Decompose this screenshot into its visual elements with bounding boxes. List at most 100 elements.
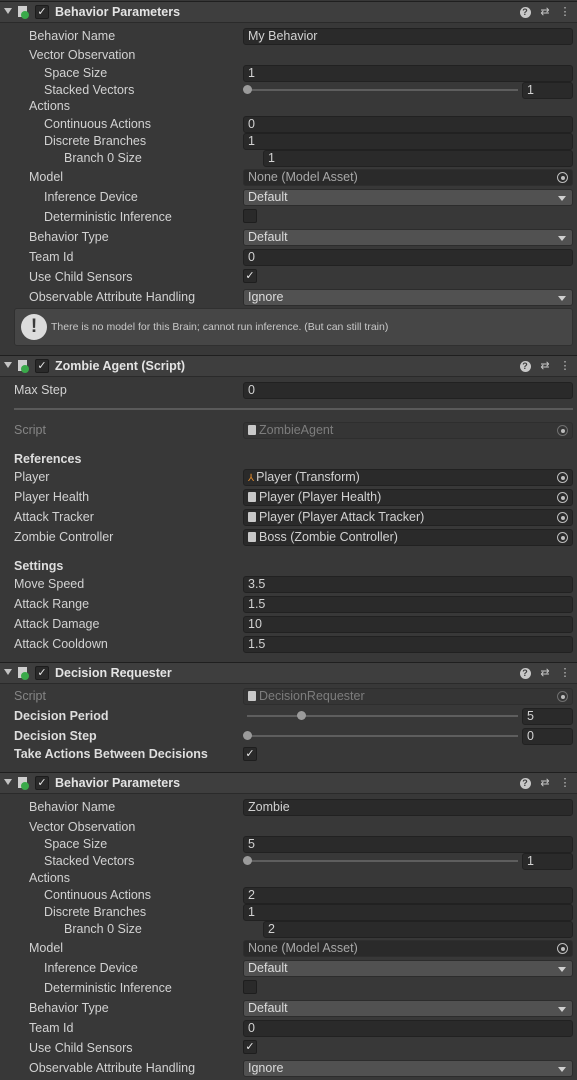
- presets-icon[interactable]: ⇄: [538, 5, 552, 19]
- inference-device-dropdown[interactable]: Default: [243, 960, 573, 977]
- discrete-branches-label: Discrete Branches: [44, 905, 147, 919]
- branch-0-size-field[interactable]: 2: [263, 921, 573, 938]
- attack-cooldown-field[interactable]: 1.5: [243, 636, 573, 653]
- help-icon[interactable]: ?: [518, 5, 532, 19]
- max-step-field[interactable]: 0: [243, 382, 573, 399]
- behavior-type-dropdown[interactable]: Default: [243, 1000, 573, 1017]
- stacked-vectors-field[interactable]: 1: [522, 82, 573, 99]
- component-header-decision-requester[interactable]: ✓ Decision Requester ? ⇄ ⋮: [0, 662, 577, 684]
- dropdown-arrow-icon: [558, 196, 566, 201]
- decision-step-field[interactable]: 0: [522, 728, 573, 745]
- foldout-arrow-icon[interactable]: [4, 669, 12, 675]
- kebab-menu-icon[interactable]: ⋮: [558, 666, 572, 680]
- discrete-branches-field[interactable]: 1: [243, 904, 573, 921]
- use-child-sensors-checkbox[interactable]: ✓: [243, 1040, 257, 1054]
- player-field[interactable]: ⅄ Player (Transform): [243, 469, 573, 486]
- stacked-vectors-slider-track[interactable]: [247, 860, 518, 862]
- component-header-behavior-parameters-2[interactable]: ✓ Behavior Parameters ? ⇄ ⋮: [0, 772, 577, 794]
- foldout-arrow-icon[interactable]: [4, 8, 12, 14]
- observable-attribute-handling-value: Ignore: [248, 290, 284, 304]
- branch-0-size-label: Branch 0 Size: [64, 151, 142, 165]
- inference-device-value: Default: [248, 961, 288, 975]
- deterministic-inference-checkbox[interactable]: [243, 209, 257, 223]
- model-field[interactable]: None (Model Asset): [243, 169, 573, 186]
- team-id-label: Team Id: [29, 250, 74, 264]
- object-picker-icon[interactable]: [557, 512, 568, 523]
- stacked-vectors-slider-track[interactable]: [247, 89, 518, 91]
- foldout-arrow-icon[interactable]: [4, 779, 12, 785]
- discrete-branches-label: Discrete Branches: [44, 134, 147, 148]
- decision-period-field[interactable]: 5: [522, 708, 573, 725]
- stacked-vectors-slider-thumb[interactable]: [243, 85, 252, 94]
- component-header-behavior-parameters[interactable]: ✓ Behavior Parameters ? ⇄ ⋮: [0, 1, 577, 23]
- component-enabled-checkbox[interactable]: ✓: [35, 776, 49, 790]
- foldout-arrow-icon[interactable]: [4, 362, 12, 368]
- kebab-menu-icon[interactable]: ⋮: [558, 776, 572, 790]
- behavior-type-dropdown[interactable]: Default: [243, 229, 573, 246]
- attack-damage-field[interactable]: 10: [243, 616, 573, 633]
- component-title: Decision Requester: [55, 666, 172, 680]
- observable-attribute-handling-dropdown[interactable]: Ignore: [243, 1060, 573, 1077]
- player-health-field[interactable]: Player (Player Health): [243, 489, 573, 506]
- deterministic-inference-checkbox[interactable]: [243, 980, 257, 994]
- presets-icon[interactable]: ⇄: [538, 776, 552, 790]
- presets-icon[interactable]: ⇄: [538, 359, 552, 373]
- observable-attribute-handling-label: Observable Attribute Handling: [29, 1061, 196, 1075]
- branch-0-size-field[interactable]: 1: [263, 150, 573, 167]
- object-picker-icon[interactable]: [557, 172, 568, 183]
- object-picker-icon[interactable]: [557, 943, 568, 954]
- help-icon[interactable]: ?: [518, 776, 532, 790]
- object-picker-icon[interactable]: [557, 472, 568, 483]
- component-enabled-checkbox[interactable]: ✓: [35, 359, 49, 373]
- continuous-actions-field[interactable]: 2: [243, 887, 573, 904]
- dropdown-arrow-icon: [558, 1007, 566, 1012]
- model-field[interactable]: None (Model Asset): [243, 940, 573, 957]
- kebab-menu-icon[interactable]: ⋮: [558, 5, 572, 19]
- dropdown-arrow-icon: [558, 236, 566, 241]
- use-child-sensors-checkbox[interactable]: ✓: [243, 269, 257, 283]
- object-picker-icon: [557, 691, 568, 702]
- move-speed-field[interactable]: 3.5: [243, 576, 573, 593]
- use-child-sensors-label: Use Child Sensors: [29, 270, 133, 284]
- behavior-name-field[interactable]: Zombie: [243, 799, 573, 816]
- attack-tracker-field[interactable]: Player (Player Attack Tracker): [243, 509, 573, 526]
- behavior-name-field[interactable]: My Behavior: [243, 28, 573, 45]
- object-picker-icon[interactable]: [557, 492, 568, 503]
- branch-0-size-label: Branch 0 Size: [64, 922, 142, 936]
- take-actions-between-decisions-checkbox[interactable]: ✓: [243, 747, 257, 761]
- observable-attribute-handling-dropdown[interactable]: Ignore: [243, 289, 573, 306]
- component-enabled-checkbox[interactable]: ✓: [35, 5, 49, 19]
- object-picker-icon[interactable]: [557, 532, 568, 543]
- stacked-vectors-slider-thumb[interactable]: [243, 856, 252, 865]
- kebab-menu-icon[interactable]: ⋮: [558, 359, 572, 373]
- decision-step-slider-thumb[interactable]: [243, 731, 252, 740]
- help-box-text: There is no model for this Brain; cannot…: [51, 321, 389, 333]
- inference-device-label: Inference Device: [44, 961, 138, 975]
- help-icon[interactable]: ?: [518, 359, 532, 373]
- player-label: Player: [14, 470, 50, 484]
- space-size-field[interactable]: 5: [243, 836, 573, 853]
- zombie-controller-label: Zombie Controller: [14, 530, 114, 544]
- deterministic-inference-label: Deterministic Inference: [44, 981, 172, 995]
- decision-period-slider-thumb[interactable]: [297, 711, 307, 720]
- zombie-controller-field[interactable]: Boss (Zombie Controller): [243, 529, 573, 546]
- help-icon[interactable]: ?: [518, 666, 532, 680]
- player-value: Player (Transform): [256, 470, 360, 484]
- inference-device-dropdown[interactable]: Default: [243, 189, 573, 206]
- component-enabled-checkbox[interactable]: ✓: [35, 666, 49, 680]
- continuous-actions-field[interactable]: 0: [243, 116, 573, 133]
- team-id-field[interactable]: 0: [243, 1020, 573, 1037]
- take-actions-between-decisions-label: Take Actions Between Decisions: [14, 747, 208, 761]
- references-header: References: [14, 452, 82, 466]
- presets-icon[interactable]: ⇄: [538, 666, 552, 680]
- component-header-zombie-agent[interactable]: ✓ Zombie Agent (Script) ? ⇄ ⋮: [0, 355, 577, 377]
- discrete-branches-field[interactable]: 1: [243, 133, 573, 150]
- space-size-label: Space Size: [44, 66, 108, 80]
- stacked-vectors-field[interactable]: 1: [522, 853, 573, 870]
- space-size-field[interactable]: 1: [243, 65, 573, 82]
- team-id-field[interactable]: 0: [243, 249, 573, 266]
- attack-range-field[interactable]: 1.5: [243, 596, 573, 613]
- decision-step-slider-track[interactable]: [247, 735, 518, 737]
- decision-period-slider-track[interactable]: [247, 715, 518, 717]
- script-component-icon: [18, 667, 29, 680]
